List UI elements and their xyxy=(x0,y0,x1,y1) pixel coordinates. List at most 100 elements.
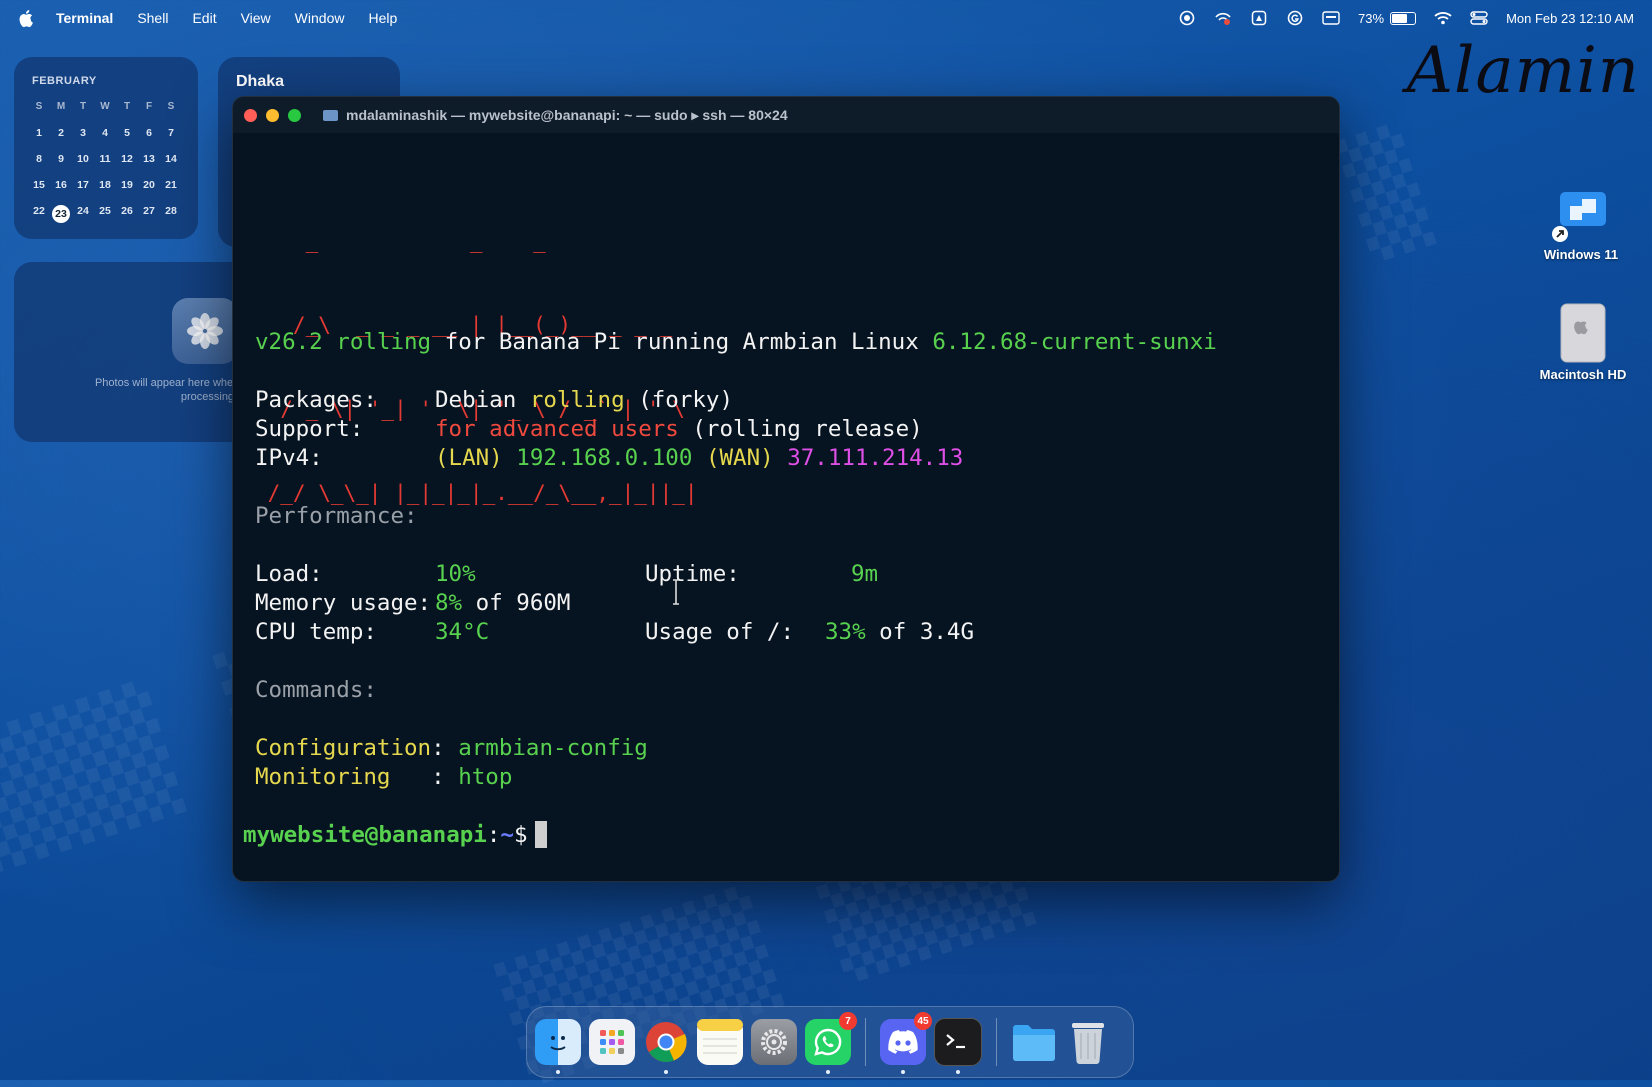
ipv4-label: IPv4: xyxy=(255,445,323,471)
menu-window[interactable]: Window xyxy=(295,10,345,26)
running-indicator xyxy=(901,1070,905,1074)
folder-icon xyxy=(323,110,338,121)
dock-discord[interactable]: 45 xyxy=(880,1012,932,1074)
clock[interactable]: Mon Feb 23 12:10 AM xyxy=(1506,11,1634,26)
memory-line: Memory usage: 8% of 960M xyxy=(255,588,570,619)
packages-pre: Debian xyxy=(435,387,530,413)
calendar-day: 19 xyxy=(121,179,133,191)
calendar-weekday: S xyxy=(167,101,175,112)
weather-city: Dhaka xyxy=(236,73,285,90)
terminal-titlebar[interactable]: mdalaminashik — mywebsite@bananapi: ~ — … xyxy=(233,97,1339,133)
status-area: 73% Mon Feb 23 12:10 AM xyxy=(1178,0,1634,36)
calendar-day: 17 xyxy=(77,179,89,191)
calendar-day: 18 xyxy=(99,179,111,191)
whatsapp-icon xyxy=(814,1028,842,1056)
calendar-day: 5 xyxy=(124,127,130,139)
calendar-day: 28 xyxy=(165,205,177,217)
calendar-weekday: T xyxy=(79,101,87,112)
desktop-icon-label: Windows 11 xyxy=(1543,247,1619,262)
running-indicator xyxy=(826,1070,830,1074)
wan-label: (WAN) xyxy=(705,445,774,471)
minimize-button[interactable] xyxy=(266,108,279,122)
notes-icon xyxy=(697,1019,743,1054)
calendar-day: 4 xyxy=(102,127,108,139)
calendar-day: 24 xyxy=(77,205,89,217)
uptime-value: 9m xyxy=(851,561,879,587)
load-label: Load: xyxy=(255,561,323,587)
zoom-button[interactable] xyxy=(288,108,301,122)
record-icon[interactable] xyxy=(1178,9,1196,27)
prompt-user-host: mywebsite@bananapi xyxy=(243,822,487,848)
calendar-day: 9 xyxy=(58,153,64,165)
calendar-day: 11 xyxy=(99,153,111,165)
calendar-weekday: W xyxy=(100,101,110,112)
hard-drive-icon xyxy=(1560,303,1606,363)
calendar-month: FEBRUARY xyxy=(32,75,97,87)
calendar-today-marker: 23 xyxy=(52,205,70,223)
calendar-day: 7 xyxy=(168,127,174,139)
menu-help[interactable]: Help xyxy=(368,10,397,26)
launchpad-icon xyxy=(600,1030,624,1054)
dock-launchpad[interactable] xyxy=(589,1019,635,1065)
memory-value: 8% xyxy=(435,590,463,616)
ibeam-cursor-icon xyxy=(673,579,679,605)
menu-view[interactable]: View xyxy=(241,10,271,26)
monitoring-sep: : xyxy=(390,764,459,790)
packages-post: (forky) xyxy=(624,387,734,413)
disk-usage-line: Usage of /: 33% of 3.4G xyxy=(645,617,974,648)
dock-downloads-folder[interactable] xyxy=(1011,1019,1057,1065)
wifi-icon[interactable] xyxy=(1434,9,1452,27)
calendar-day: 27 xyxy=(143,205,155,217)
memory-label: Memory usage: xyxy=(255,590,432,616)
ipv4-line: IPv4: (LAN) 192.168.0.100 (WAN) 37.111.21… xyxy=(255,443,963,474)
ascii-line: _ _ _ xyxy=(255,229,660,253)
notification-badge: 45 xyxy=(914,1012,932,1030)
menu-edit[interactable]: Edit xyxy=(192,10,216,26)
close-button[interactable] xyxy=(244,108,257,122)
text-cursor xyxy=(535,821,548,848)
dock-notes[interactable] xyxy=(697,1019,743,1065)
desktop-icon-macintosh-hd[interactable]: Macintosh HD xyxy=(1528,302,1638,382)
dock-trash[interactable] xyxy=(1065,1019,1111,1065)
calendar-weekday: T xyxy=(123,101,131,112)
menu-shell[interactable]: Shell xyxy=(137,10,168,26)
keyboard-icon[interactable] xyxy=(1322,9,1340,27)
dock-system-settings[interactable] xyxy=(751,1019,797,1065)
calendar-widget[interactable]: FEBRUARY S M T W T F S 1 2 3 4 5 6 7 8 9 10 11 12 13 14 15 16 1… xyxy=(14,57,198,239)
prompt-colon: : xyxy=(486,822,501,848)
calendar-grid: S M T W T F S 1 2 3 4 5 6 7 8 9 10 11 12 13 14 15 16 17 18 19 20 21… xyxy=(28,101,182,231)
calendar-day: 2 xyxy=(58,127,64,139)
load-value: 10% xyxy=(435,561,476,587)
dock-finder[interactable] xyxy=(535,1019,581,1074)
dock-terminal[interactable] xyxy=(934,1018,982,1074)
dock-chrome[interactable] xyxy=(643,1019,689,1074)
shell-prompt[interactable]: mywebsite@bananapi:~$ xyxy=(243,820,548,851)
config-line: Configuration: armbian-config xyxy=(255,733,648,764)
monitoring-label: Monitoring xyxy=(255,764,391,790)
armbian-version: v26.2 rolling xyxy=(255,329,432,355)
load-line: Load: 10% xyxy=(255,559,476,590)
running-indicator xyxy=(664,1070,668,1074)
battery-indicator[interactable]: 73% xyxy=(1358,11,1417,26)
terminal-title-text: mdalaminashik — mywebsite@bananapi: ~ — … xyxy=(346,107,788,123)
packages-rolling: rolling xyxy=(529,387,625,413)
config-label: Configuration xyxy=(255,735,432,761)
apple-menu-icon[interactable] xyxy=(18,8,36,28)
vpn-icon[interactable] xyxy=(1214,9,1232,27)
menu-bar: Terminal Shell Edit View Window Help 73%… xyxy=(0,0,1652,36)
desktop-icon-windows-11[interactable]: Windows 11 xyxy=(1526,188,1636,262)
menu-app-name[interactable]: Terminal xyxy=(56,10,113,26)
grammarly-icon[interactable] xyxy=(1286,9,1304,27)
drive-icon[interactable] xyxy=(1250,9,1268,27)
calendar-day: 12 xyxy=(121,153,133,165)
terminal-content[interactable]: _ _ _ /_\ _ _ _ __ | |__(_)__ _ _ _ / _ … xyxy=(233,133,1339,881)
disk-usage-total: of 3.4G xyxy=(865,619,975,645)
terminal-window[interactable]: mdalaminashik — mywebsite@bananapi: ~ — … xyxy=(232,96,1340,882)
dock: 7 45 xyxy=(526,1006,1134,1078)
commands-header: Commands: xyxy=(255,677,377,703)
cpu-temp-line: CPU temp: 34°C xyxy=(255,617,489,648)
memory-total: of 960M xyxy=(462,590,571,616)
control-center-icon[interactable] xyxy=(1470,9,1488,27)
dock-whatsapp[interactable]: 7 xyxy=(805,1012,857,1074)
cpu-temp-value: 34°C xyxy=(435,619,490,645)
